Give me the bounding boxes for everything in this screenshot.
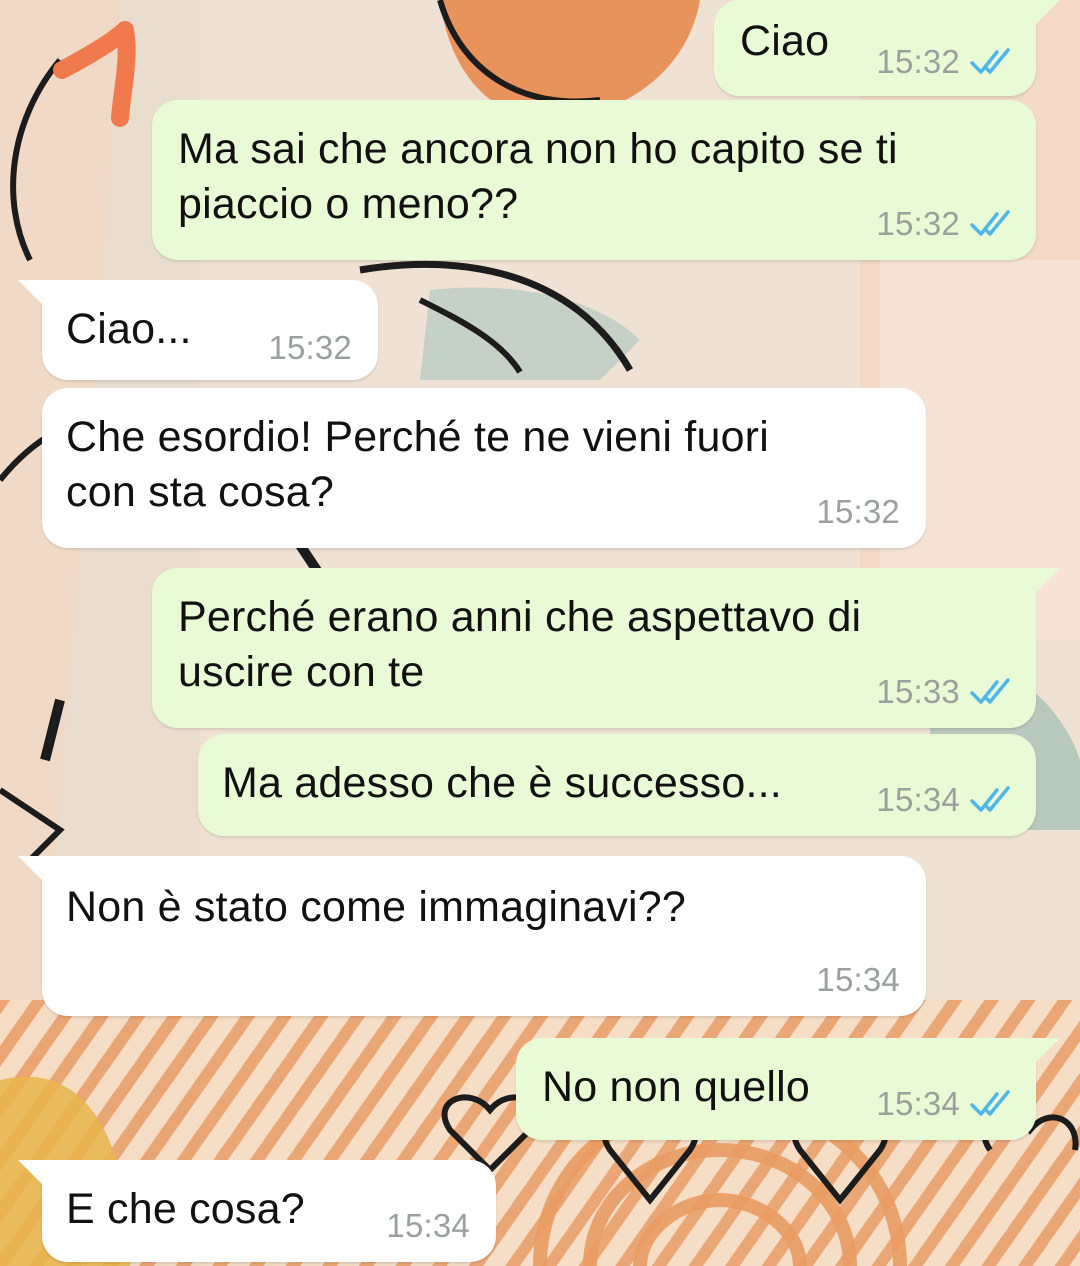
message-meta: 15:34 [876, 782, 1014, 818]
message-time: 15:34 [876, 1085, 960, 1122]
read-receipt-double-check-icon [970, 678, 1010, 704]
message-text: Ma sai che ancora non ho capito se ti pi… [178, 125, 898, 228]
read-receipt-double-check-icon [970, 786, 1010, 812]
message-time: 15:34 [876, 781, 960, 818]
message-meta: 15:34 [816, 962, 900, 998]
message-meta: 15:32 [876, 44, 1014, 80]
message-meta: 15:34 [386, 1208, 470, 1244]
message-time: 15:32 [876, 205, 960, 242]
message-time: 15:32 [268, 329, 352, 366]
chat-message-list[interactable]: Ciao 15:32 Ma sai che ancora non ho capi… [0, 0, 1080, 1266]
message-text: No non quello [542, 1063, 810, 1111]
outgoing-message-bubble[interactable]: Ciao 15:32 [714, 0, 1060, 96]
message-time: 15:34 [816, 961, 900, 998]
message-time: 15:32 [876, 43, 960, 80]
message-text: Che esordio! Perché te ne vieni fuori co… [66, 413, 769, 516]
message-meta: 15:33 [876, 674, 1014, 710]
message-text: Non è stato come immaginavi?? [66, 883, 687, 931]
message-text: Ciao [740, 17, 830, 65]
outgoing-message-bubble[interactable]: Ma adesso che è successo... 15:34 [198, 734, 1036, 836]
message-time: 15:33 [876, 673, 960, 710]
message-meta: 15:32 [816, 494, 900, 530]
message-text: E che cosa? [66, 1185, 305, 1233]
incoming-message-bubble[interactable]: Che esordio! Perché te ne vieni fuori co… [42, 388, 926, 548]
message-meta: 15:32 [268, 330, 352, 366]
outgoing-message-bubble[interactable]: Perché erano anni che aspettavo di uscir… [152, 568, 1060, 728]
message-text: Ma adesso che è successo... [222, 759, 782, 807]
message-time: 15:32 [816, 493, 900, 530]
message-time: 15:34 [386, 1207, 470, 1244]
message-text: Perché erano anni che aspettavo di uscir… [178, 593, 862, 696]
incoming-message-bubble[interactable]: Ciao... 15:32 [18, 280, 378, 380]
read-receipt-double-check-icon [970, 1090, 1010, 1116]
incoming-message-bubble[interactable]: E che cosa? 15:34 [18, 1160, 496, 1262]
message-meta: 15:32 [876, 206, 1014, 242]
outgoing-message-bubble[interactable]: No non quello 15:34 [516, 1038, 1060, 1140]
read-receipt-double-check-icon [970, 48, 1010, 74]
incoming-message-bubble[interactable]: Non è stato come immaginavi?? 15:34 [18, 856, 926, 1016]
message-text: Ciao... [66, 305, 192, 353]
outgoing-message-bubble[interactable]: Ma sai che ancora non ho capito se ti pi… [152, 100, 1036, 260]
message-meta: 15:34 [876, 1086, 1014, 1122]
read-receipt-double-check-icon [970, 210, 1010, 236]
